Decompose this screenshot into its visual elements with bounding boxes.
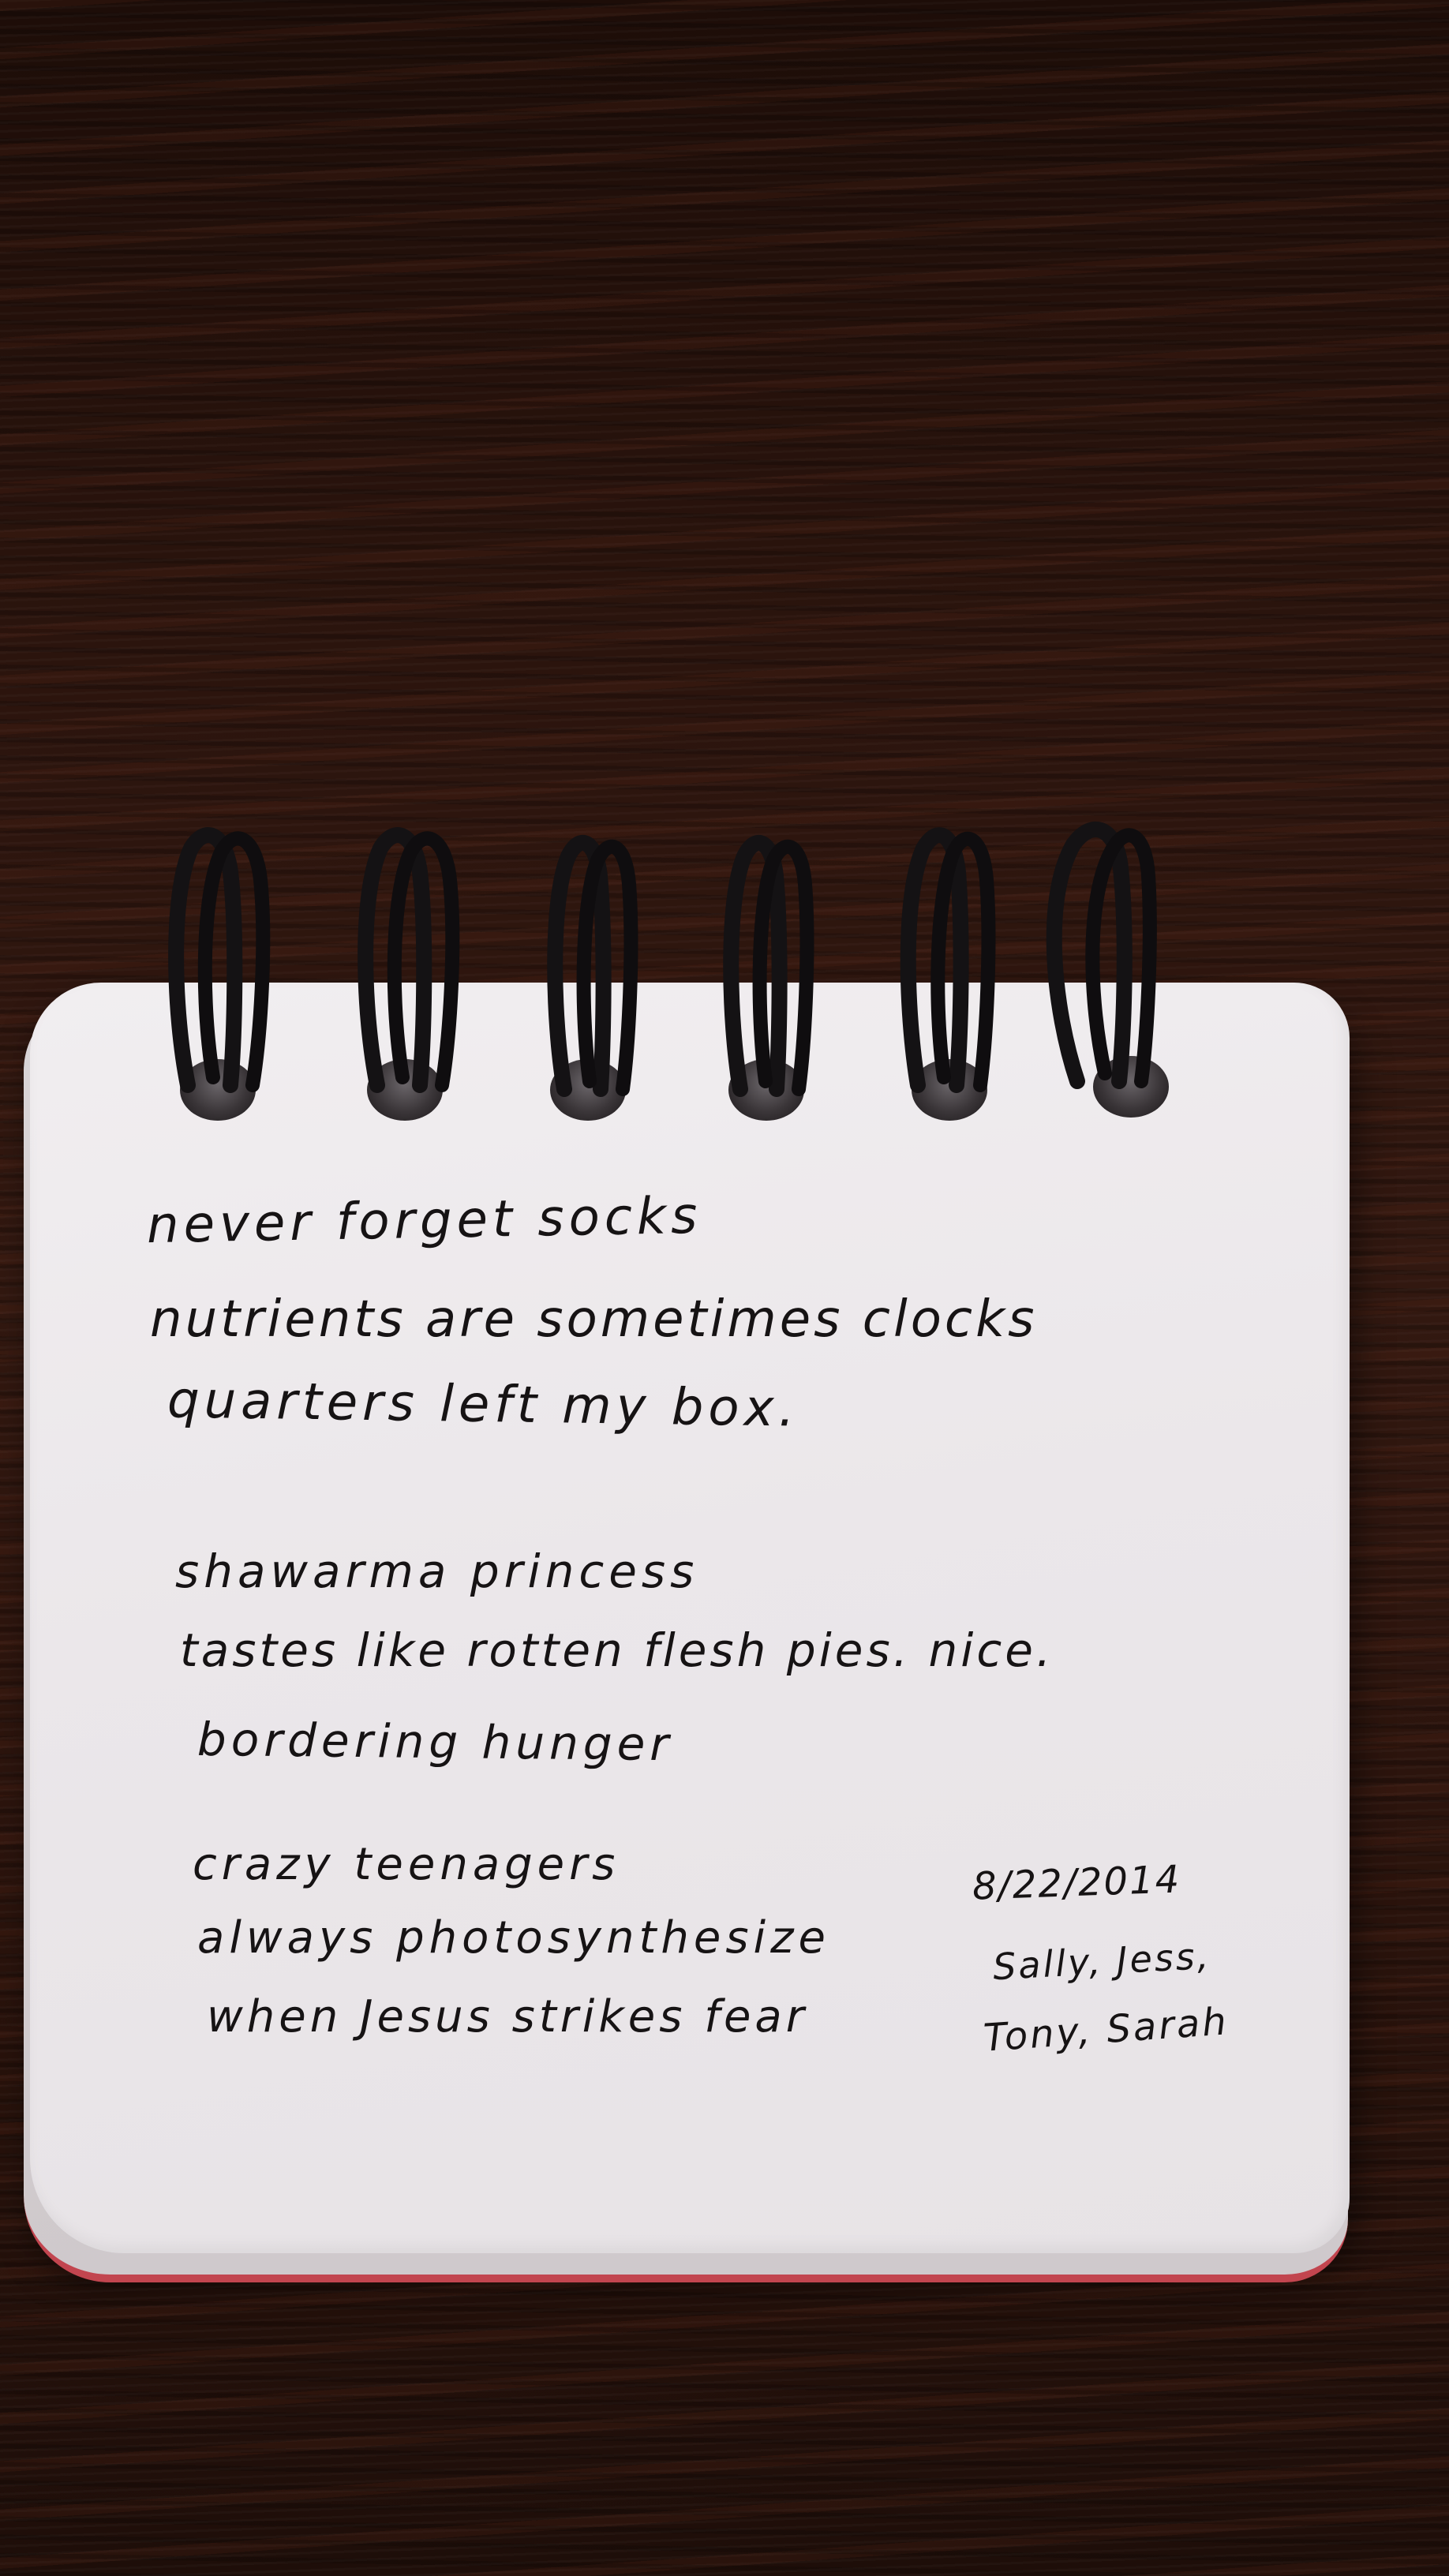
spiral-ring-icon xyxy=(533,829,651,1121)
haiku-3-line-2: always photosynthesize xyxy=(197,1912,830,1964)
haiku-3-line-1: crazy teenagers xyxy=(193,1839,620,1890)
haiku-1-line-1: never forget socks xyxy=(146,1186,702,1256)
signoff-date: 8/22/2014 xyxy=(972,1857,1182,1909)
signoff-names-line-1: Sally, Jess, xyxy=(991,1934,1212,1989)
haiku-2-line-2: tastes like rotten flesh pies. nice. xyxy=(180,1623,1054,1677)
spiral-ring-icon xyxy=(709,829,827,1121)
notepad-page xyxy=(30,983,1350,2253)
spiral-ring-icon xyxy=(347,825,466,1117)
haiku-2-line-3: bordering hunger xyxy=(197,1712,674,1772)
haiku-1-line-3: quarters left my box. xyxy=(167,1371,800,1439)
haiku-1-line-2: nutrients are sometimes clocks xyxy=(150,1290,1038,1349)
spiral-ring-icon xyxy=(158,825,276,1117)
haiku-3-line-3: when Jesus strikes fear xyxy=(207,1991,808,2042)
spiral-ring-icon xyxy=(874,825,996,1117)
haiku-2-line-1: shawarma princess xyxy=(175,1544,699,1598)
spiral-ring-icon xyxy=(1034,821,1157,1113)
